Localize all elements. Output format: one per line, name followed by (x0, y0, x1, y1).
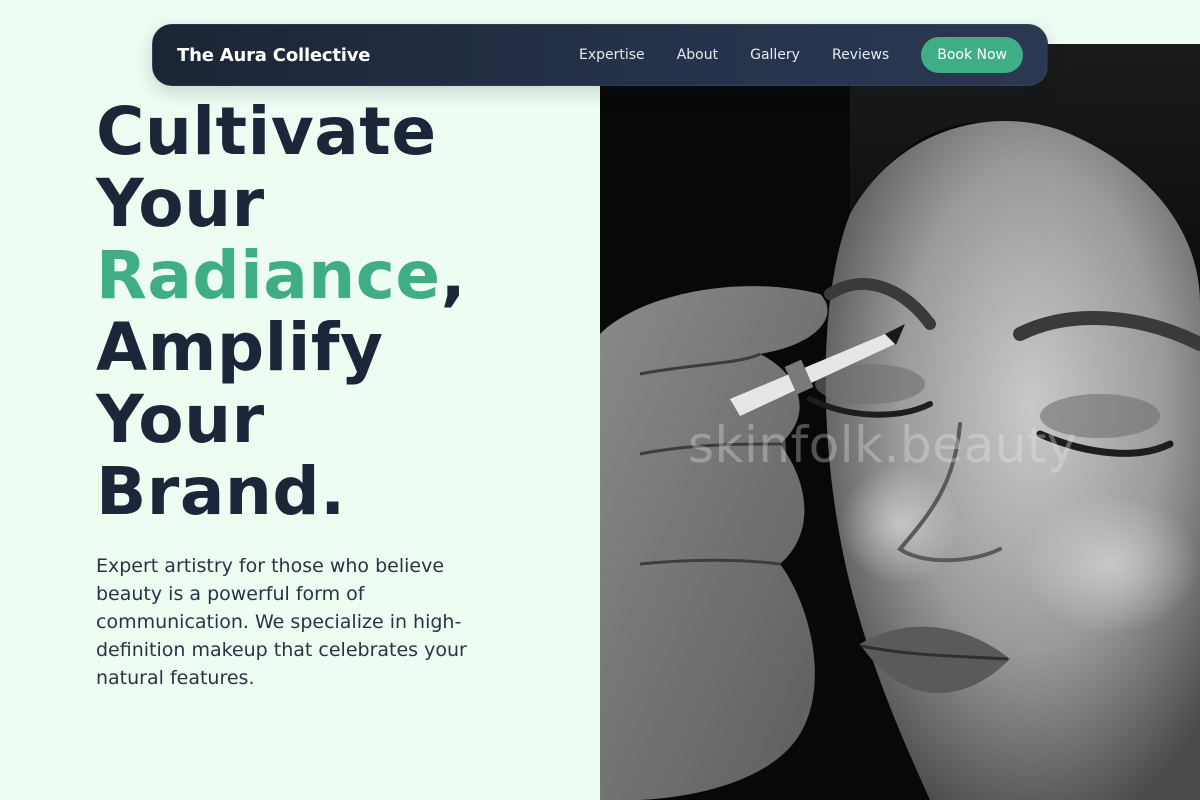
hero-subtext: Expert artistry for those who believe be… (96, 555, 467, 689)
nav-link-about[interactable]: About (677, 47, 718, 63)
brand-logo[interactable]: The Aura Collective (177, 45, 371, 66)
nav-link-gallery[interactable]: Gallery (750, 47, 800, 63)
headline-line-5: Your (96, 381, 265, 458)
hero-headline: Cultivate Your Radiance, Amplify Your Br… (96, 96, 586, 528)
nav-links: Expertise About Gallery Reviews (579, 47, 889, 63)
headline-accent-comma: , (440, 237, 467, 314)
nav-link-expertise[interactable]: Expertise (579, 47, 645, 63)
nav-link-reviews[interactable]: Reviews (832, 47, 889, 63)
makeup-portrait-image (600, 44, 1200, 800)
book-now-button[interactable]: Book Now (921, 37, 1023, 73)
headline-accent-word: Radiance (96, 237, 441, 314)
headline-line-4: Amplify (96, 309, 384, 386)
hero-photo: skinfolk.beauty (600, 44, 1200, 800)
headline-line-3: Radiance, (96, 240, 586, 312)
top-nav: The Aura Collective Expertise About Gall… (152, 24, 1048, 86)
headline-line-2: Your (96, 165, 265, 242)
headline-line-1: Cultivate (96, 93, 437, 170)
headline-line-6: Brand. (96, 453, 346, 530)
